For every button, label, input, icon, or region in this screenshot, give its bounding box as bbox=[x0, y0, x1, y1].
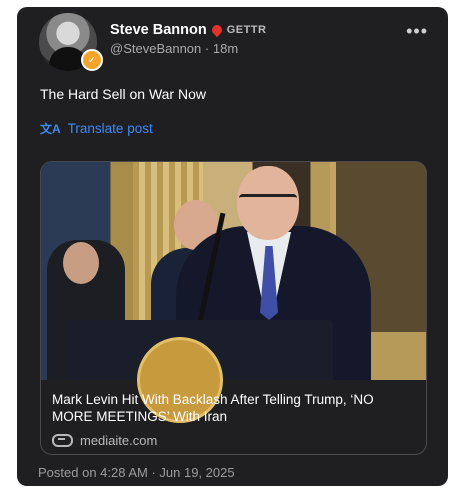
link-preview-domain-row[interactable]: mediaite.com bbox=[52, 433, 157, 448]
link-preview-card[interactable]: Mark Levin Hit With Backlash After Telli… bbox=[40, 161, 427, 455]
handle-separator: · bbox=[204, 41, 210, 56]
translate-post-button[interactable]: 文A Translate post bbox=[40, 120, 153, 137]
link-preview-title[interactable]: Mark Levin Hit With Backlash After Telli… bbox=[52, 391, 414, 425]
author-handle[interactable]: @SteveBannon bbox=[110, 41, 201, 56]
author-handle-row: @SteveBannon · 18m bbox=[110, 41, 238, 56]
more-horizontal-icon[interactable]: ••• bbox=[406, 21, 428, 42]
image-speaker-glasses bbox=[239, 194, 297, 209]
post-timestamp: Posted on 4:28 AM · Jun 19, 2025 bbox=[38, 465, 235, 480]
image-background-person-head bbox=[63, 242, 99, 284]
link-preview-domain: mediaite.com bbox=[80, 433, 158, 448]
author-name-row: Steve Bannon GETTR bbox=[110, 22, 266, 38]
translate-icon: 文A bbox=[40, 122, 61, 136]
post-relative-time: 18m bbox=[212, 41, 239, 56]
link-preview-image[interactable] bbox=[41, 162, 426, 423]
post-text: The Hard Sell on War Now bbox=[40, 86, 206, 102]
translate-post-label: Translate post bbox=[67, 121, 153, 136]
gettr-logo-icon bbox=[209, 22, 224, 38]
author-display-name[interactable]: Steve Bannon bbox=[110, 22, 207, 38]
verified-badge-icon: ✓ bbox=[81, 49, 103, 71]
platform-label: GETTR bbox=[226, 24, 267, 36]
link-icon bbox=[52, 434, 73, 447]
post-card: ✓ Steve Bannon GETTR @SteveBannon · 18m … bbox=[17, 7, 448, 486]
